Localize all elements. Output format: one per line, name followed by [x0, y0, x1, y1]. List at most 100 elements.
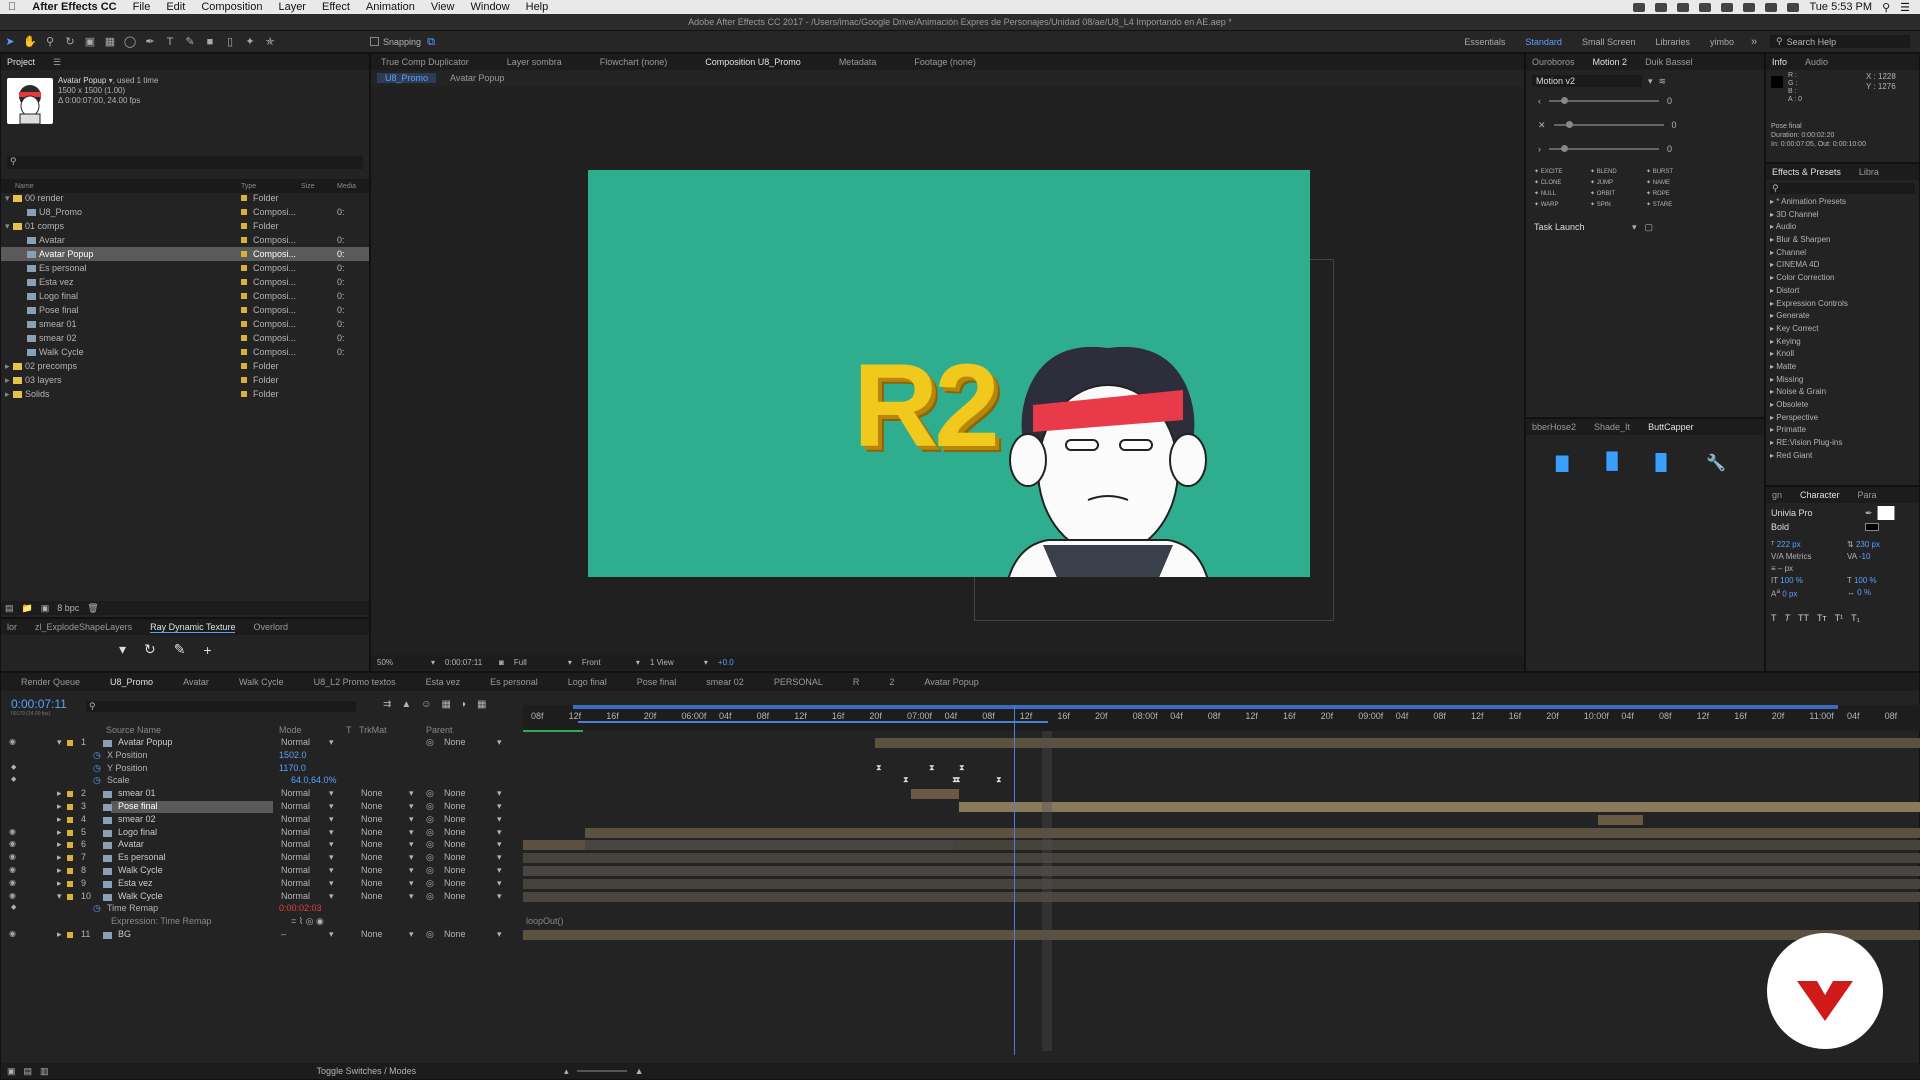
- chevron-down-icon[interactable]: ▾: [497, 929, 502, 940]
- motion-excite-button[interactable]: ✦ EXCITE: [1534, 168, 1588, 175]
- layer-name[interactable]: Es personal: [118, 852, 166, 862]
- label-swatch[interactable]: [241, 265, 247, 271]
- all-caps-icon[interactable]: TT: [1798, 613, 1809, 623]
- effects-category[interactable]: ▸ Expression Controls: [1766, 299, 1919, 312]
- menu-help[interactable]: Help: [518, 1, 557, 13]
- layer-duration-bar[interactable]: [523, 853, 1920, 864]
- layer-search-input[interactable]: ⚲: [86, 701, 356, 712]
- motion-slider[interactable]: [1549, 145, 1659, 152]
- baseline-shift-field[interactable]: Aa 0 px: [1771, 588, 1841, 599]
- subscript-icon[interactable]: T₁: [1851, 613, 1860, 623]
- font-family-dropdown[interactable]: Univia Pro: [1771, 508, 1861, 518]
- visibility-eye-icon[interactable]: ◉: [9, 929, 16, 938]
- layer-duration-bar[interactable]: [953, 840, 1920, 851]
- logo-text[interactable]: R2: [853, 338, 1000, 474]
- wifi-icon[interactable]: [1743, 2, 1756, 12]
- layer-mode-dropdown[interactable]: Normal: [281, 839, 310, 849]
- motion-stare-button[interactable]: ✦ STARE: [1646, 201, 1700, 208]
- bit-depth[interactable]: 8 bpc: [57, 603, 79, 613]
- zoom-tool-icon[interactable]: ⚲: [43, 35, 57, 49]
- interpret-footage-icon[interactable]: ▤: [5, 603, 14, 614]
- property-value[interactable]: 0:00:02:03: [279, 903, 322, 913]
- layer-name[interactable]: Avatar: [118, 839, 144, 849]
- motion-null-button[interactable]: ✦ NULL: [1534, 190, 1588, 197]
- visibility-eye-icon[interactable]: ◉: [9, 852, 16, 861]
- parent-dropdown[interactable]: None: [444, 929, 466, 939]
- chevron-down-icon[interactable]: ▾: [568, 658, 572, 667]
- motion-rope-button[interactable]: ✦ ROPE: [1646, 190, 1700, 197]
- chevron-down-icon[interactable]: ▾: [636, 658, 640, 667]
- parent-pickwhip-icon[interactable]: ◎: [426, 891, 434, 902]
- chevron-down-icon[interactable]: ▾: [497, 737, 502, 748]
- effects-category[interactable]: ▸ Color Correction: [1766, 273, 1919, 286]
- zoom-slider[interactable]: [576, 1070, 627, 1072]
- disclosure-closed-icon[interactable]: ▸: [57, 788, 62, 799]
- timeline-row[interactable]: ◉ ▸ 7 Es personal Normal ▾ None ▾ ◎ None ▾: [1, 852, 1920, 865]
- label-swatch[interactable]: [241, 335, 247, 341]
- motion-burst-button[interactable]: ✦ BURST: [1646, 168, 1700, 175]
- menu-window[interactable]: Window: [463, 1, 518, 13]
- timeline-tab-render-queue[interactable]: Render Queue: [21, 677, 80, 687]
- timeline-row[interactable]: ◉ ▸ 6 Avatar Normal ▾ None ▾ ◎ None ▾: [1, 839, 1920, 852]
- snapshot-icon[interactable]: ◙: [499, 658, 504, 667]
- label-swatch[interactable]: [241, 293, 247, 299]
- label-swatch[interactable]: [241, 363, 247, 369]
- timeline-tab-avatar[interactable]: Avatar: [183, 677, 209, 687]
- chevron-down-icon[interactable]: ▾: [409, 839, 414, 850]
- label-swatch[interactable]: [67, 791, 73, 798]
- camera-tool-icon[interactable]: ▣: [83, 35, 97, 49]
- label-swatch[interactable]: [67, 932, 73, 938]
- timeline-row[interactable]: ◉ ▸ 5 Logo final Normal ▾ None ▾ ◎ None ▾: [1, 827, 1920, 840]
- motion-slider[interactable]: [1553, 121, 1664, 128]
- stamp-tool-icon[interactable]: ■: [203, 35, 217, 49]
- faux-bold-icon[interactable]: T: [1771, 613, 1777, 623]
- chevron-down-icon[interactable]: ▾: [329, 852, 334, 863]
- project-item[interactable]: Esta vez Composi... 0:: [1, 275, 369, 289]
- parent-pickwhip-icon[interactable]: ◎: [426, 801, 434, 812]
- parent-dropdown[interactable]: None: [444, 878, 466, 888]
- toggle-transfer-icon[interactable]: ▤: [24, 1066, 33, 1077]
- menu-edit[interactable]: Edit: [158, 1, 193, 13]
- label-swatch[interactable]: [241, 349, 247, 355]
- effects-category[interactable]: ▸ Key Correct: [1766, 324, 1919, 337]
- tab-character[interactable]: Character: [1800, 490, 1840, 500]
- trkmat-dropdown[interactable]: None: [361, 788, 383, 798]
- keyframe-icon[interactable]: ⧗: [929, 763, 935, 773]
- task-run-icon[interactable]: ▢: [1645, 222, 1654, 233]
- parent-dropdown[interactable]: None: [444, 839, 466, 849]
- tab-libra[interactable]: Libra: [1859, 167, 1879, 177]
- layer-duration-bar[interactable]: [523, 840, 585, 851]
- fill-color-swatch[interactable]: [1876, 506, 1895, 520]
- slider-right-icon[interactable]: ›: [1538, 144, 1541, 154]
- slider-left-icon[interactable]: ‹: [1538, 96, 1541, 106]
- layer-name[interactable]: Pose final: [118, 801, 158, 811]
- effects-category[interactable]: ▸ Keying: [1766, 337, 1919, 350]
- effects-category[interactable]: ▸ Noise & Grain: [1766, 387, 1919, 400]
- disclosure-closed-icon[interactable]: ▸: [5, 361, 13, 372]
- parent-pickwhip-icon[interactable]: ◎: [426, 814, 434, 825]
- keyframe-icon[interactable]: ⧗: [959, 763, 965, 773]
- timeline-row[interactable]: ▸ 4 smear 02 Normal ▾ None ▾ ◎ None ▾: [1, 814, 1920, 827]
- parent-pickwhip-icon[interactable]: ◎: [426, 929, 434, 940]
- disclosure-closed-icon[interactable]: ▸: [5, 389, 13, 400]
- disclosure-closed-icon[interactable]: ▸: [57, 839, 62, 850]
- chevron-down-icon[interactable]: ▾: [329, 788, 334, 799]
- timeline-tab-logo-final[interactable]: Logo final: [568, 677, 607, 687]
- motion-slider-value[interactable]: 0: [1667, 144, 1672, 154]
- motion-blend-button[interactable]: ✦ BLEND: [1590, 168, 1644, 175]
- workspace-yimbo[interactable]: yimbo: [1700, 37, 1744, 47]
- parent-dropdown[interactable]: None: [444, 737, 466, 747]
- motion-blur-icon[interactable]: ◗: [461, 699, 467, 710]
- trkmat-dropdown[interactable]: None: [361, 852, 383, 862]
- vertical-scale-field[interactable]: IT 100 %: [1771, 576, 1841, 585]
- chevron-down-icon[interactable]: ▾: [329, 929, 334, 940]
- label-swatch[interactable]: [67, 829, 73, 836]
- chevron-down-icon[interactable]: ▾: [409, 891, 414, 902]
- shy-icon[interactable]: ☺: [421, 699, 431, 710]
- disclosure-closed-icon[interactable]: ▸: [57, 852, 62, 863]
- superscript-icon[interactable]: T¹: [1835, 613, 1844, 623]
- tray-icon[interactable]: [1677, 2, 1690, 12]
- project-item[interactable]: ▸ Solids Folder: [1, 387, 369, 401]
- volume-icon[interactable]: [1765, 2, 1778, 12]
- property-value[interactable]: 1502.0: [279, 750, 307, 760]
